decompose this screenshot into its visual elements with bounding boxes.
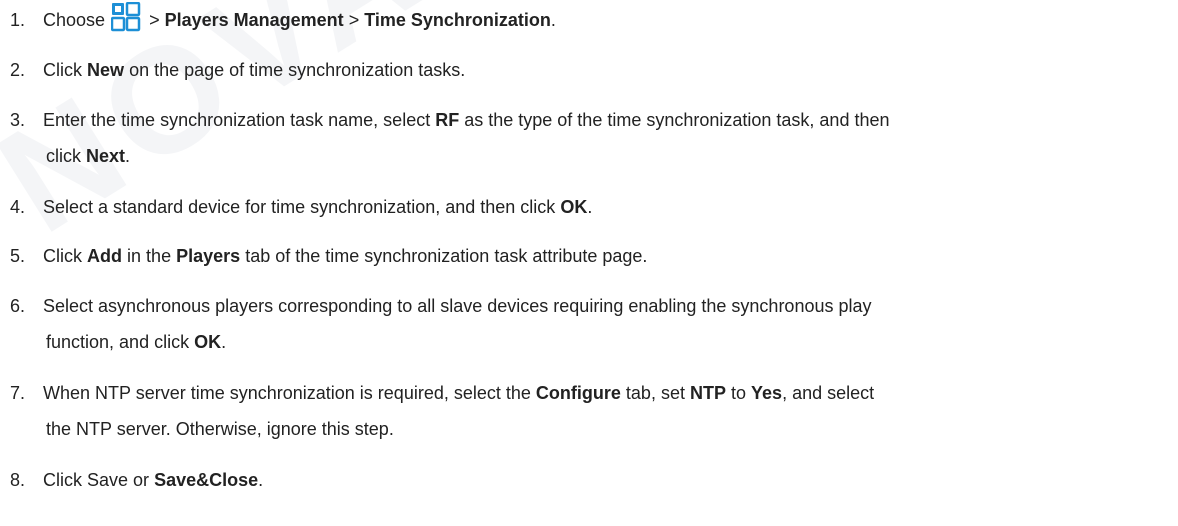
menu-time-synchronization: Time Synchronization	[364, 10, 551, 30]
step-text: tab of the time synchronization task att…	[245, 246, 648, 266]
ui-term-save-close: Save&Close	[154, 470, 259, 490]
step-number: 6.	[10, 296, 26, 316]
step-number: 2.	[10, 60, 26, 80]
step-number: 8.	[10, 470, 26, 490]
step-number: 4.	[10, 197, 26, 217]
ui-term-add: Add	[87, 246, 123, 266]
step-4: 4. Select a standard device for time syn…	[10, 189, 1160, 225]
grid-cell-top-left-inner	[115, 6, 122, 12]
menu-players-management: Players Management	[164, 10, 344, 30]
step-1: 1. Choose > Players Management > Time Sy…	[10, 1, 1160, 38]
step-continuation: the NTP server. Otherwise, ignore this s…	[10, 411, 1160, 447]
step-6: 6. Select asynchronous players correspon…	[10, 288, 1160, 360]
punctuation: .	[258, 470, 264, 490]
step-8: 8. Click Save or Save&Close.	[10, 462, 1160, 498]
ui-term-ok: OK	[194, 332, 222, 352]
step-text: to	[731, 383, 747, 403]
step-text: Enter the time synchronization task name…	[43, 110, 431, 130]
grid-cell-bottom-right	[125, 16, 141, 32]
ui-term-players: Players	[176, 246, 241, 266]
punctuation: .	[125, 146, 131, 166]
ui-term-new: New	[87, 60, 125, 80]
step-text: the NTP server. Otherwise, ignore this s…	[46, 419, 394, 439]
step-text: on the page of time synchronization task…	[129, 60, 466, 80]
step-continuation: function, and click OK.	[10, 324, 1160, 360]
step-text: as the type of the time synchronization …	[464, 110, 890, 130]
grid-menu-icon	[110, 1, 141, 32]
ui-term-rf: RF	[435, 110, 460, 130]
step-number: 7.	[10, 383, 26, 403]
step-text: Click	[43, 60, 83, 80]
step-text: click	[46, 146, 81, 166]
step-text: Click Save or	[43, 470, 150, 490]
punctuation: .	[550, 10, 556, 30]
step-text: Click	[43, 246, 83, 266]
step-number: 3.	[10, 110, 26, 130]
step-text: tab, set	[625, 383, 685, 403]
grid-cell-top-right	[125, 1, 141, 17]
ui-term-ok: OK	[560, 197, 588, 217]
step-text: Select asynchronous players correspondin…	[43, 296, 872, 316]
step-text: When NTP server time synchronization is …	[43, 383, 531, 403]
ui-term-configure: Configure	[535, 383, 621, 403]
ui-term-yes: Yes	[751, 383, 783, 403]
step-text: , and select	[782, 383, 875, 403]
grid-menu-icon-svg	[110, 1, 141, 32]
step-2: 2. Click New on the page of time synchro…	[10, 52, 1160, 88]
punctuation: .	[587, 197, 593, 217]
ui-term-ntp: NTP	[689, 383, 726, 403]
step-7: 7. When NTP server time synchronization …	[10, 375, 1160, 447]
step-5: 5. Click Add in the Players tab of the t…	[10, 238, 1160, 274]
menu-separator: >	[149, 10, 160, 30]
step-text: Select a standard device for time synchr…	[43, 197, 556, 217]
step-continuation: click Next.	[10, 138, 1160, 174]
ui-term-next: Next	[86, 146, 126, 166]
step-number: 5.	[10, 246, 26, 266]
menu-separator: >	[348, 10, 360, 30]
step-text: Choose	[43, 10, 106, 30]
step-text: in the	[127, 246, 172, 266]
grid-cell-bottom-left	[110, 16, 126, 32]
step-3: 3. Enter the time synchronization task n…	[10, 102, 1160, 174]
step-number: 1.	[10, 10, 26, 30]
step-text: function, and click	[46, 332, 190, 352]
punctuation: .	[221, 332, 227, 352]
